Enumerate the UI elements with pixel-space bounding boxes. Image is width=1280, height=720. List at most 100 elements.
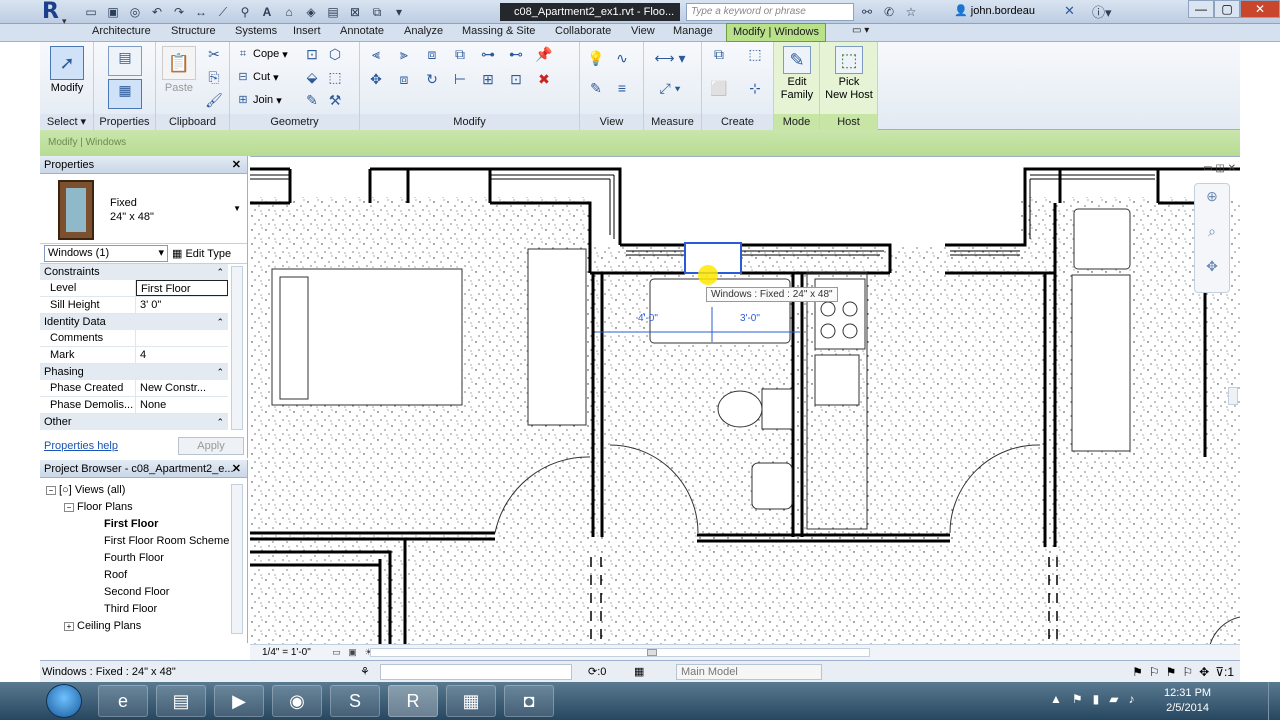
binoculars-icon[interactable]: ⚯: [858, 3, 876, 21]
show-desktop-button[interactable]: [1268, 682, 1280, 720]
skype-icon[interactable]: S: [330, 685, 380, 717]
tab-systems[interactable]: Systems: [235, 25, 277, 37]
navigation-bar[interactable]: ⊕ ⌕ ✥: [1194, 183, 1230, 293]
property-row[interactable]: Level First Floor: [40, 280, 228, 297]
category-constraints[interactable]: Constraints ⌃: [40, 264, 228, 280]
move-icon[interactable]: ✥: [366, 69, 386, 89]
trim-extend-icon[interactable]: ⊢: [450, 69, 470, 89]
help-icon[interactable]: ⓘ▾: [1092, 2, 1112, 21]
create-group-icon[interactable]: ⬚: [742, 44, 768, 70]
align-icon[interactable]: ⫷: [366, 44, 386, 64]
pick-new-host-button[interactable]: ⬚ Pick New Host: [822, 46, 876, 102]
minimize-button[interactable]: —: [1188, 0, 1214, 18]
expand-icon[interactable]: +: [64, 622, 74, 631]
measure-icon[interactable]: ↔: [192, 3, 210, 21]
editing-requests[interactable]: ⟳:0: [588, 661, 606, 683]
type-selector[interactable]: Fixed 24" x 48" ▼: [40, 174, 247, 244]
hide-icon[interactable]: 💡: [586, 48, 606, 68]
linework-icon[interactable]: ✎: [586, 78, 606, 98]
sync-icon[interactable]: ◎: [126, 3, 144, 21]
demolish-icon[interactable]: ⬙: [302, 67, 322, 87]
detail-level-icon[interactable]: ▭: [330, 645, 343, 659]
visual-style-icon[interactable]: ▣: [346, 645, 359, 659]
copy-element-icon[interactable]: ⧈: [394, 69, 414, 89]
mirror-draw-icon[interactable]: ⧉: [450, 44, 470, 64]
clock[interactable]: 12:31 PM 2/5/2014: [1164, 686, 1211, 716]
split-icon[interactable]: ⊶: [478, 44, 498, 64]
dimension-icon[interactable]: ⟋: [214, 3, 232, 21]
chrome-icon[interactable]: ◉: [272, 685, 322, 717]
tab-extra-icon[interactable]: ▭ ▾: [852, 25, 869, 36]
tab-analyze[interactable]: Analyze: [404, 25, 443, 37]
instance-filter-dropdown[interactable]: Windows (1): [44, 245, 168, 262]
tree-item-first-floor[interactable]: First Floor: [46, 516, 247, 533]
maximize-button[interactable]: ▢: [1214, 0, 1240, 18]
category-phasing[interactable]: Phasing ⌃: [40, 364, 228, 380]
worksets-icon[interactable]: ⚘: [360, 661, 370, 683]
match-properties-icon[interactable]: 🖌: [204, 90, 224, 110]
select-underlay-icon[interactable]: ⚐: [1149, 661, 1160, 683]
tree-node-ceiling-plans[interactable]: + Ceiling Plans: [46, 618, 247, 635]
category-identity-data[interactable]: Identity Data ⌃: [40, 314, 228, 330]
tree-item-fourth-floor[interactable]: Fourth Floor: [46, 550, 247, 567]
star-icon[interactable]: ☆: [902, 3, 920, 21]
tree-item-roof[interactable]: Roof: [46, 567, 247, 584]
search-input[interactable]: Type a keyword or phrase: [686, 3, 854, 21]
browser-scrollbar[interactable]: [231, 484, 243, 634]
section-icon[interactable]: ◈: [302, 3, 320, 21]
thin-lines-icon[interactable]: ▤: [324, 3, 342, 21]
remove-paint-icon[interactable]: ✎: [302, 90, 322, 110]
tab-collaborate[interactable]: Collaborate: [555, 25, 611, 37]
workset-dropdown[interactable]: [380, 664, 572, 680]
property-row[interactable]: Mark 4: [40, 347, 228, 364]
comments-field[interactable]: [136, 330, 228, 346]
split-face-icon[interactable]: ⬡: [325, 44, 345, 64]
undo-icon[interactable]: ↶: [148, 3, 166, 21]
design-option-dropdown[interactable]: Main Model: [676, 664, 822, 680]
rotate-icon[interactable]: ↻: [422, 69, 442, 89]
offset-icon[interactable]: ⫸: [394, 44, 414, 64]
create-parts-icon[interactable]: ⧉: [706, 44, 732, 70]
properties-scrollbar[interactable]: [231, 266, 243, 430]
override-icon[interactable]: ∿: [612, 48, 632, 68]
tray-up-icon[interactable]: ▲: [1050, 692, 1062, 706]
explorer-icon[interactable]: ▤: [156, 685, 206, 717]
zoom-icon[interactable]: ⌕: [1195, 223, 1229, 240]
start-button[interactable]: [46, 684, 82, 718]
delete-icon[interactable]: ✖: [534, 69, 554, 89]
files-icon[interactable]: ▦: [446, 685, 496, 717]
paint-icon[interactable]: ⬚: [325, 67, 345, 87]
media-icon[interactable]: ▶: [214, 685, 264, 717]
phase-demolished-field[interactable]: None: [136, 397, 228, 413]
measure-distance-icon[interactable]: ⟷ ▾: [650, 48, 690, 68]
switch-windows-icon[interactable]: ⧉: [368, 3, 386, 21]
close-icon[interactable]: ✕: [232, 460, 241, 478]
property-row[interactable]: Phase Demolis... None: [40, 397, 228, 414]
modify-button[interactable]: ➚ Modify: [46, 46, 88, 95]
tree-item-first-floor-room-scheme[interactable]: First Floor Room Scheme: [46, 533, 247, 550]
dimension-left[interactable]: 4'-0": [638, 313, 658, 324]
pan-icon[interactable]: ✥: [1195, 258, 1229, 275]
category-other[interactable]: Other ⌃: [40, 414, 228, 430]
properties-icon[interactable]: ▦: [108, 79, 142, 109]
network-icon[interactable]: ▰: [1109, 692, 1118, 706]
view-window-controls[interactable]: ▭ ◫ ✕: [1203, 163, 1236, 174]
3d-view-icon[interactable]: ⌂: [280, 3, 298, 21]
ie-icon[interactable]: e: [98, 685, 148, 717]
phase-created-field[interactable]: New Constr...: [136, 380, 228, 396]
sill-height-field[interactable]: 3' 0": [136, 297, 228, 313]
view-scale[interactable]: 1/4" = 1'-0": [262, 646, 311, 660]
tab-structure[interactable]: Structure: [171, 25, 216, 37]
drawing-canvas[interactable]: 4'-0" 3'-0" Windows : Fixed : 24" x 48" …: [250, 156, 1240, 644]
view-cube-icon[interactable]: ⊕: [1195, 188, 1229, 205]
edit-type-button[interactable]: ▦ Edit Type: [172, 247, 231, 260]
create-similar-icon[interactable]: ⊹: [742, 78, 768, 104]
revit-icon[interactable]: R: [388, 685, 438, 717]
mark-field[interactable]: 4: [136, 347, 228, 363]
trim-icon[interactable]: ⊷: [506, 44, 526, 64]
flag-icon[interactable]: ⚑: [1072, 692, 1083, 706]
edit-family-button[interactable]: ✎ Edit Family: [778, 46, 816, 102]
cut-geometry-button[interactable]: ⊟ Cut ▾: [236, 70, 278, 84]
tree-item-second-floor[interactable]: Second Floor: [46, 584, 247, 601]
revit-app-menu-button[interactable]: R ▾: [42, 1, 72, 28]
